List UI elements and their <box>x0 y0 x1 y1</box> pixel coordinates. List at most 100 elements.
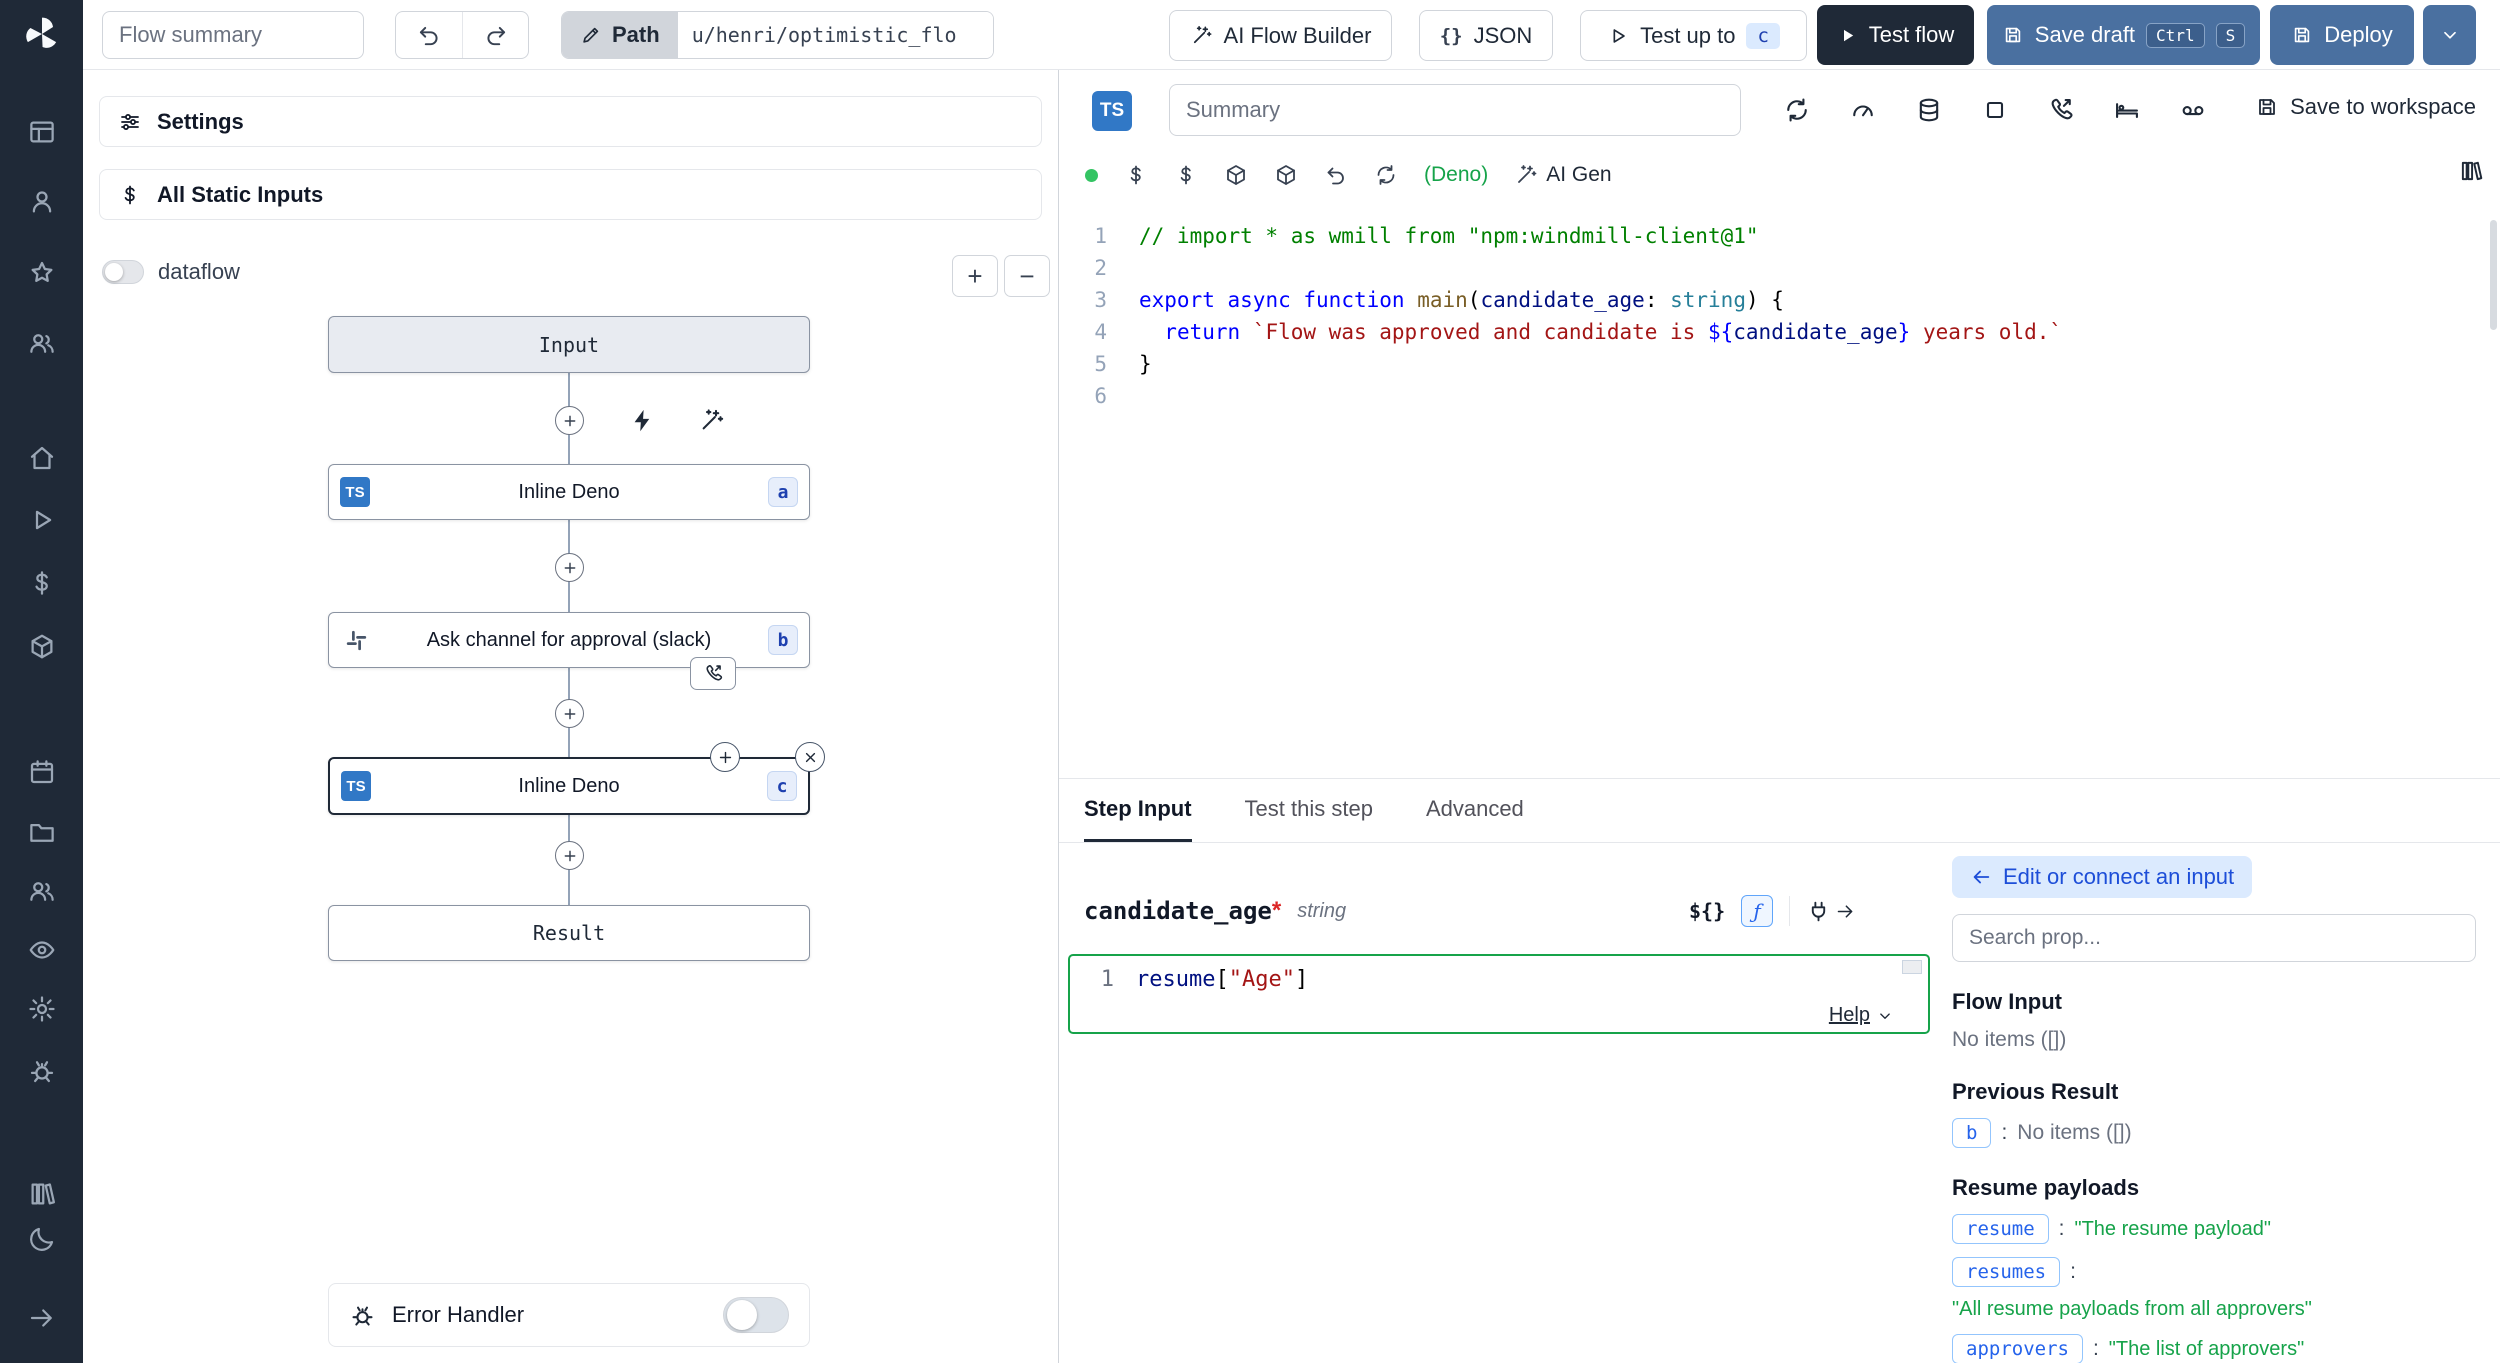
flow-graph-panel: Settings All Static Inputs dataflow + − … <box>83 70 1059 1363</box>
retries-icon[interactable] <box>1775 88 1819 132</box>
star-icon[interactable] <box>0 258 83 288</box>
ts-badge: TS <box>341 771 371 801</box>
prop-badge[interactable]: resumes <box>1952 1257 2060 1287</box>
path-input[interactable] <box>678 12 993 58</box>
redo-button[interactable] <box>462 12 528 58</box>
flow-result-node[interactable]: Result <box>328 905 810 961</box>
add-step-button[interactable] <box>555 699 584 728</box>
ai-wand-icon[interactable] <box>698 407 725 434</box>
flow-settings-row[interactable]: Settings <box>99 96 1042 147</box>
prop-badge[interactable]: b <box>1952 1118 1991 1148</box>
resource-dollar-icon[interactable] <box>1174 163 1198 187</box>
step-b-id-badge: b <box>768 625 798 655</box>
prop-row: "All resume payloads from all approvers" <box>1952 1298 2500 1321</box>
dollar-icon <box>118 183 142 207</box>
play-filled-icon <box>1837 25 1858 46</box>
undo-redo-group <box>395 11 529 59</box>
variables-dollar-icon[interactable] <box>0 568 83 598</box>
test-up-to-button[interactable]: Test up to c <box>1580 10 1807 61</box>
runs-play-icon[interactable] <box>0 505 83 535</box>
home-icon[interactable] <box>0 443 83 473</box>
code-editor[interactable]: 1// import * as wmill from "npm:windmill… <box>1059 220 2486 778</box>
expression-editor[interactable]: 1 resume["Age"] Help <box>1068 954 1930 1034</box>
chevron-down-icon <box>2439 24 2461 46</box>
wand-icon <box>1514 163 1538 187</box>
schedules-calendar-icon[interactable] <box>0 757 83 787</box>
static-inputs-row[interactable]: All Static Inputs <box>99 169 1042 220</box>
windmill-flow-editor: Path AI Flow Builder {} JSON Test up to … <box>0 0 2500 1363</box>
ai-gen-button[interactable]: AI Gen <box>1514 163 1611 187</box>
ai-flow-builder-button[interactable]: AI Flow Builder <box>1169 10 1392 61</box>
flow-summary-input[interactable] <box>102 11 364 59</box>
audit-eye-icon[interactable] <box>0 935 83 965</box>
connect-input-button[interactable] <box>1806 899 1856 924</box>
trigger-bolt-icon[interactable] <box>629 407 656 434</box>
editor-scrollbar[interactable] <box>2490 220 2497 330</box>
deploy-more-button[interactable] <box>2423 5 2476 65</box>
mock-icon[interactable] <box>2171 88 2215 132</box>
step-node-b[interactable]: Ask channel for approval (slack) b <box>328 612 810 668</box>
resources-cube-icon[interactable] <box>0 632 83 662</box>
suspend-icon[interactable] <box>2039 88 2083 132</box>
library-icon[interactable] <box>2458 158 2484 184</box>
path-button[interactable]: Path <box>562 12 678 58</box>
flow-input-node[interactable]: Input <box>328 316 810 373</box>
prop-search-input[interactable] <box>1952 914 2476 962</box>
move-step-button[interactable] <box>710 742 740 772</box>
save-to-workspace-button[interactable]: Save to workspace <box>2255 94 2476 120</box>
zoom-out-button[interactable]: − <box>1004 255 1050 297</box>
sliders-icon <box>118 110 142 134</box>
help-link[interactable]: Help <box>1829 1004 1894 1027</box>
docs-books-icon[interactable] <box>0 1179 83 1209</box>
error-handler-toggle[interactable] <box>723 1297 789 1333</box>
concurrency-icon[interactable] <box>1841 88 1885 132</box>
package-icon[interactable] <box>1274 163 1298 187</box>
template-literal-button[interactable]: ${} <box>1689 899 1725 923</box>
early-stop-icon[interactable] <box>1973 88 2017 132</box>
settings-gear-icon[interactable] <box>0 994 83 1024</box>
delete-step-button[interactable] <box>795 742 825 772</box>
edit-or-connect-button[interactable]: Edit or connect an input <box>1952 856 2252 898</box>
prop-row: resumes: <box>1952 1257 2500 1287</box>
fx-toggle-button[interactable]: ƒ <box>1741 895 1773 927</box>
expression-line: 1 resume["Age"] <box>1070 962 1928 998</box>
windmill-logo-icon[interactable] <box>0 14 83 54</box>
add-step-button[interactable] <box>555 406 584 435</box>
workers-group-icon[interactable] <box>0 876 83 906</box>
package-icon[interactable] <box>1224 163 1248 187</box>
ai-flow-builder-label: AI Flow Builder <box>1224 23 1372 49</box>
folders-icon[interactable] <box>0 817 83 847</box>
dark-mode-moon-icon[interactable] <box>0 1224 83 1254</box>
step-node-a[interactable]: TS Inline Deno a <box>328 464 810 520</box>
tab-advanced[interactable]: Advanced <box>1426 779 1524 842</box>
tab-step-input[interactable]: Step Input <box>1084 779 1192 842</box>
json-button[interactable]: {} JSON <box>1419 10 1553 61</box>
cache-icon[interactable] <box>1907 88 1951 132</box>
variable-dollar-icon[interactable] <box>1124 163 1148 187</box>
reload-icon[interactable] <box>1374 163 1398 187</box>
dataflow-toggle[interactable] <box>102 260 144 284</box>
zoom-in-button[interactable]: + <box>952 255 998 297</box>
apps-grid-icon[interactable] <box>0 117 83 147</box>
deploy-button[interactable]: Deploy <box>2270 5 2414 65</box>
add-step-button[interactable] <box>555 553 584 582</box>
ai-gen-label: AI Gen <box>1546 163 1611 187</box>
tab-test-this-step[interactable]: Test this step <box>1245 779 1373 842</box>
save-draft-button[interactable]: Save draft Ctrl S <box>1987 5 2260 65</box>
undo-button[interactable] <box>396 12 462 58</box>
collapse-arrow-icon[interactable] <box>0 1303 83 1333</box>
add-step-button[interactable] <box>555 841 584 870</box>
arrow-left-icon <box>1970 866 1992 888</box>
prop-badge[interactable]: approvers <box>1952 1334 2083 1363</box>
undo-icon[interactable] <box>1324 163 1348 187</box>
wand-icon <box>1190 24 1213 47</box>
test-flow-button[interactable]: Test flow <box>1817 5 1974 65</box>
debug-bug-icon[interactable] <box>0 1056 83 1086</box>
step-node-c-selected[interactable]: TS Inline Deno c <box>328 757 810 815</box>
step-summary-input[interactable] <box>1169 84 1741 136</box>
groups-icon[interactable] <box>0 328 83 358</box>
path-group: Path <box>561 11 994 59</box>
prop-badge[interactable]: resume <box>1952 1214 2049 1244</box>
user-icon[interactable] <box>0 187 83 217</box>
sleep-icon[interactable] <box>2105 88 2149 132</box>
